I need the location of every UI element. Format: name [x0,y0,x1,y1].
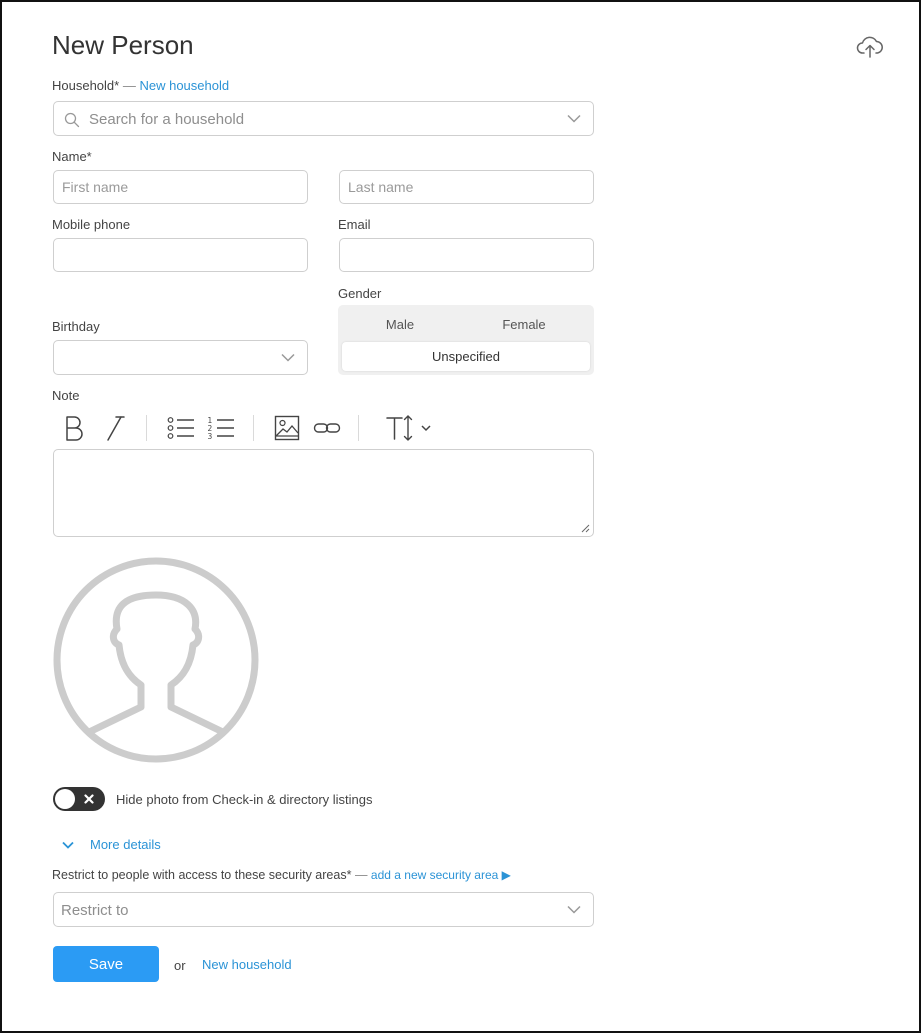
household-label: Household* [52,78,120,93]
name-label: Name* [52,149,92,164]
email-input[interactable] [339,238,594,272]
cloud-upload-icon[interactable] [856,35,884,59]
toggle-knob [55,789,75,809]
toolbar-divider [146,415,147,441]
hide-photo-toggle[interactable] [53,787,105,811]
link-icon[interactable] [313,420,341,436]
close-icon [84,794,94,804]
email-label: Email [338,217,371,232]
image-icon[interactable] [274,415,300,441]
birthday-select[interactable] [53,340,308,375]
chevron-down-icon [281,353,295,362]
more-details-label: More details [90,837,161,852]
chevron-down-icon [62,841,74,849]
household-label-row: Household* — New household [52,78,229,93]
gender-option-male[interactable]: Male [338,317,462,332]
gender-selector: Male Female Unspecified [338,305,594,375]
chevron-down-icon [567,114,581,123]
household-search-placeholder: Search for a household [89,111,245,128]
hide-photo-label: Hide photo from Check-in & directory lis… [116,792,373,807]
security-label-row: Restrict to people with access to these … [52,868,511,882]
security-select-placeholder: Restrict to [61,902,129,919]
numbered-list-icon[interactable]: 1 2 3 [207,416,235,440]
search-icon [64,112,80,128]
new-household-link[interactable]: New household [139,78,229,93]
italic-icon[interactable] [102,414,126,442]
toolbar-divider [253,415,254,441]
page-title: New Person [52,30,194,60]
chevron-down-icon [421,425,431,432]
security-separator: — [354,868,368,882]
bulleted-list-icon[interactable] [167,416,195,440]
bold-icon[interactable] [62,414,86,442]
avatar[interactable] [53,557,259,763]
toolbar-divider [358,415,359,441]
mobile-phone-label: Mobile phone [52,217,131,232]
or-text: or [174,958,186,973]
mobile-phone-input[interactable] [53,238,308,272]
first-name-input[interactable] [53,170,308,204]
security-area-select[interactable]: Restrict to [53,892,594,927]
add-security-area-link[interactable]: add a new security area ▶ [371,868,511,882]
household-separator: — [122,78,136,93]
resize-handle-icon[interactable] [581,524,590,533]
chevron-down-icon [567,905,581,914]
note-label: Note [52,388,80,403]
new-household-footer-link[interactable]: New household [202,957,292,972]
text-size-icon[interactable] [385,414,435,442]
note-textarea[interactable] [53,449,594,537]
gender-option-unspecified[interactable]: Unspecified [342,342,590,371]
new-person-form: New Person Household* — New household Se… [0,0,921,1033]
household-search[interactable]: Search for a household [53,101,594,136]
save-button[interactable]: Save [53,946,159,982]
gender-option-female[interactable]: Female [462,317,586,332]
birthday-label: Birthday [52,319,100,334]
security-label: Restrict to people with access to these … [52,868,352,882]
svg-text:3: 3 [208,432,213,440]
gender-label: Gender [338,286,382,301]
last-name-input[interactable] [339,170,594,204]
